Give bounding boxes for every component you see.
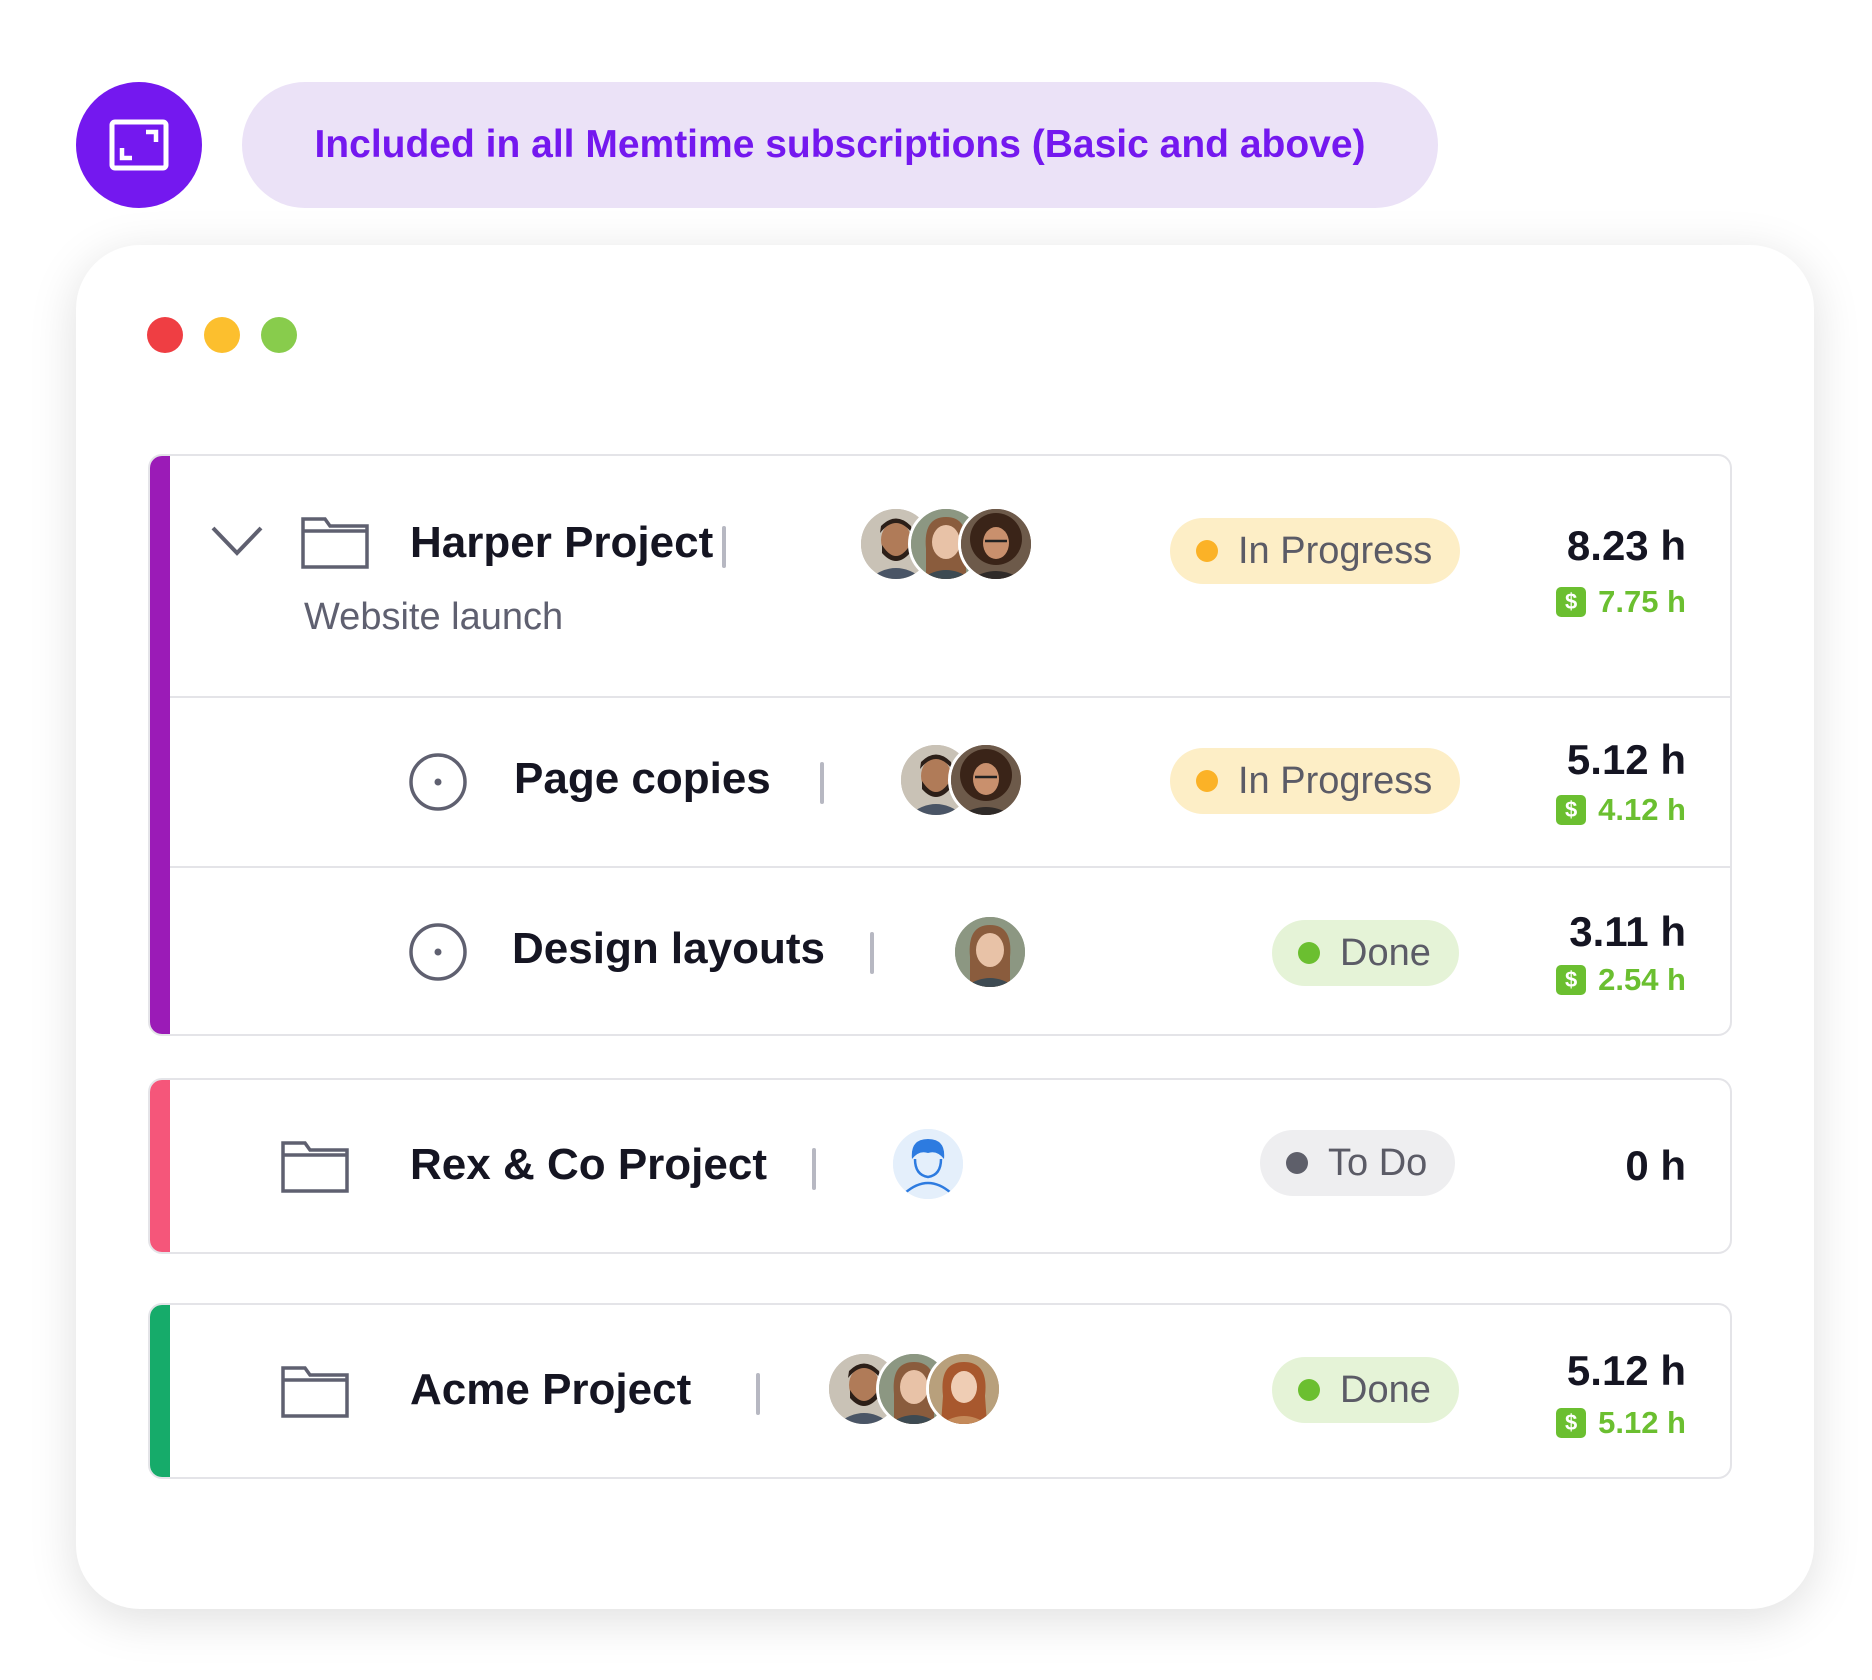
chevron-down-icon[interactable] [210, 524, 264, 558]
status-dot [1298, 942, 1320, 964]
folder-icon [281, 1141, 349, 1193]
status-dot [1196, 540, 1218, 562]
task-status-circle-icon[interactable] [408, 922, 468, 982]
avatar-woman-red-hair [926, 1351, 1002, 1427]
project-color-stripe [150, 456, 170, 1034]
folder-icon [301, 517, 369, 569]
tracked-hours: 3.11 h [1569, 908, 1686, 955]
avatar-woman-curly [958, 506, 1034, 582]
billable-hours: $ 2.54 h [1556, 962, 1686, 998]
status-label: Done [1340, 1368, 1431, 1411]
placeholder-user-icon [890, 1126, 966, 1202]
divider [756, 1373, 760, 1415]
project-row[interactable]: Acme Project Done 5.12 h $ 5.12 h [170, 1305, 1730, 1477]
project-row[interactable]: Harper Project Website launch In Progres… [170, 456, 1730, 696]
status-label: In Progress [1238, 759, 1433, 802]
close-window-button[interactable] [147, 317, 183, 353]
folder-icon [281, 1366, 349, 1418]
task-status-circle-icon[interactable] [408, 752, 468, 812]
project-row[interactable]: Rex & Co Project To Do 0 h [170, 1080, 1730, 1252]
expand-frame-icon [109, 119, 169, 171]
minimize-window-button[interactable] [204, 317, 240, 353]
assignee-avatars[interactable] [890, 1126, 966, 1202]
feature-badge-icon [76, 82, 202, 208]
task-row[interactable]: Page copies In Progress 5.12 h $ 4.12 h [170, 698, 1730, 866]
billable-hours-value: 2.54 h [1598, 962, 1686, 997]
task-name: Design layouts [512, 924, 825, 973]
tracked-hours: 8.23 h [1566, 522, 1686, 569]
assignee-avatars[interactable] [952, 914, 1028, 990]
status-dot [1196, 770, 1218, 792]
status-label: In Progress [1238, 529, 1433, 572]
project-card-harper: Harper Project Website launch In Progres… [148, 454, 1732, 1036]
divider [812, 1148, 816, 1190]
project-name: Harper Project [410, 518, 714, 567]
status-dot [1286, 1152, 1308, 1174]
project-card-acme: Acme Project Done 5.12 h $ 5.12 h [148, 1303, 1732, 1479]
project-name: Acme Project [410, 1365, 692, 1414]
status-badge[interactable]: In Progress [1170, 748, 1461, 814]
tracked-hours: 5.12 h [1566, 1347, 1686, 1394]
status-dot [1298, 1379, 1320, 1401]
assignee-avatars[interactable] [858, 506, 1034, 582]
dollar-icon: $ [1556, 1408, 1587, 1438]
dollar-icon: $ [1556, 965, 1587, 995]
tracked-hours: 5.12 h [1566, 736, 1686, 783]
billable-hours: $ 4.12 h [1556, 792, 1686, 828]
billable-hours: $ 5.12 h [1556, 1405, 1686, 1441]
project-card-rex-co: Rex & Co Project To Do 0 h [148, 1078, 1732, 1254]
divider [870, 932, 874, 974]
status-label: Done [1340, 931, 1431, 974]
status-badge[interactable]: In Progress [1170, 518, 1461, 584]
avatar-woman-curly [948, 742, 1024, 818]
dollar-icon: $ [1556, 587, 1587, 617]
subscription-banner: Included in all Memtime subscriptions (B… [242, 82, 1438, 208]
tracked-hours: 0 h [1625, 1142, 1686, 1189]
status-badge[interactable]: Done [1272, 1357, 1459, 1423]
assignee-avatars[interactable] [826, 1351, 1002, 1427]
maximize-window-button[interactable] [261, 317, 297, 353]
billable-hours: $ 7.75 h [1556, 584, 1686, 620]
billable-hours-value: 7.75 h [1598, 584, 1686, 619]
status-badge[interactable]: Done [1272, 920, 1459, 986]
project-color-stripe [150, 1305, 170, 1477]
divider [722, 526, 726, 568]
project-subtitle: Website launch [304, 596, 564, 638]
task-row[interactable]: Design layouts Done 3.11 h $ 2.54 h [170, 868, 1730, 1034]
status-label: To Do [1328, 1141, 1428, 1184]
avatar-woman-light [952, 914, 1028, 990]
task-name: Page copies [514, 754, 771, 803]
billable-hours-value: 4.12 h [1598, 792, 1686, 827]
assignee-avatars[interactable] [898, 742, 1024, 818]
status-badge[interactable]: To Do [1260, 1130, 1456, 1196]
billable-hours-value: 5.12 h [1598, 1405, 1686, 1440]
project-color-stripe [150, 1080, 170, 1252]
project-name: Rex & Co Project [410, 1140, 767, 1189]
dollar-icon: $ [1556, 795, 1587, 825]
divider [820, 762, 824, 804]
